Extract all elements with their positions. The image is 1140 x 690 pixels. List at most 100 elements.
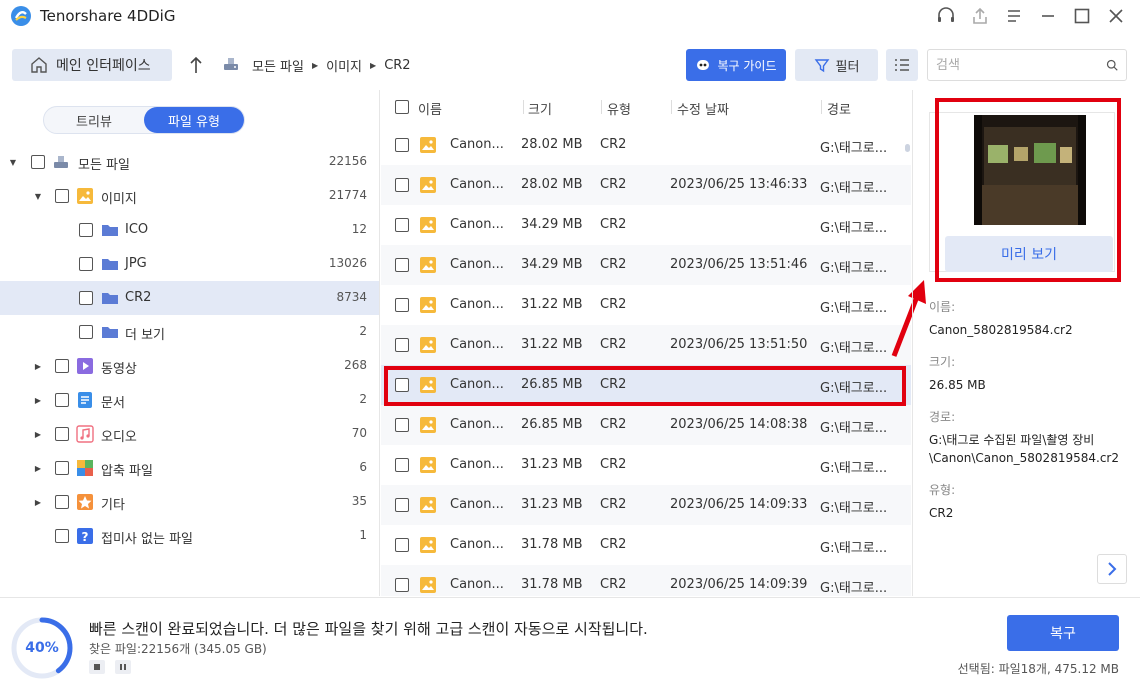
recovery-guide-button[interactable]: 복구 가이드 — [686, 49, 786, 81]
table-row[interactable]: Canon... 31.23 MB CR2 G:\태그로... — [381, 445, 911, 485]
image-folder-icon — [76, 187, 94, 205]
row-checkbox[interactable] — [395, 138, 409, 152]
file-name: Canon... — [450, 177, 504, 192]
column-header-size[interactable]: 크기 — [528, 99, 552, 118]
tree-item[interactable]: ▶ 문서 2 — [0, 383, 379, 417]
tree-item-checkbox[interactable] — [55, 427, 69, 441]
row-checkbox[interactable] — [395, 458, 409, 472]
tree-item[interactable]: ▶ 동영상 268 — [0, 349, 379, 383]
column-divider[interactable] — [601, 100, 602, 114]
recover-button[interactable]: 복구 — [1007, 615, 1119, 651]
tab-tree-view[interactable]: 트리뷰 — [44, 107, 144, 133]
table-row[interactable]: Canon... 26.85 MB CR2 2023/06/25 14:08:38 G:… — [381, 405, 911, 445]
share-upload-icon[interactable] — [966, 4, 994, 28]
table-row[interactable]: Canon... 31.23 MB CR2 2023/06/25 14:09:33 G:… — [381, 485, 911, 525]
tree-item[interactable]: ▼ 이미지 21774 — [0, 179, 379, 213]
app-title: Tenorshare 4DDiG — [40, 7, 176, 25]
close-icon[interactable] — [1102, 4, 1130, 28]
select-all-checkbox[interactable] — [395, 100, 409, 114]
table-row[interactable]: Canon... 31.22 MB CR2 G:\태그로... — [381, 285, 911, 325]
column-header-type[interactable]: 유형 — [607, 99, 631, 118]
tree-item[interactable]: 더 보기 2 — [0, 315, 379, 349]
tree-item[interactable]: ▼ 모든 파일 22156 — [0, 145, 379, 179]
tree-item[interactable]: ▶ 압축 파일 6 — [0, 451, 379, 485]
category-panel: 트리뷰 파일 유형 ▼ 모든 파일 22156 ▼ 이미지 21774 ICO 12 JPG 13… — [0, 90, 380, 596]
column-divider[interactable] — [671, 100, 672, 114]
tree-item-checkbox[interactable] — [55, 495, 69, 509]
row-checkbox[interactable] — [395, 418, 409, 432]
table-row[interactable]: Canon... 31.78 MB CR2 G:\태그로... — [381, 525, 911, 565]
list-view-button[interactable] — [886, 49, 918, 81]
tree-item[interactable]: ▶ 오디오 70 — [0, 417, 379, 451]
home-button[interactable]: 메인 인터페이스 — [12, 49, 172, 81]
search-input[interactable] — [936, 57, 1106, 73]
tree-item[interactable]: CR2 8734 — [0, 281, 379, 315]
maximize-icon[interactable] — [1068, 4, 1096, 28]
svg-text:?: ? — [82, 530, 89, 544]
tree-item-checkbox[interactable] — [31, 155, 45, 169]
info-path-value: G:\태그로 수집된 파일\촬영 장비\Canon\Canon_58028195… — [929, 433, 1119, 465]
breadcrumb-item[interactable]: 모든 파일 — [252, 56, 304, 75]
column-divider[interactable] — [523, 100, 524, 114]
tree-item-checkbox[interactable] — [79, 257, 93, 271]
table-row[interactable]: Canon... 34.29 MB CR2 2023/06/25 13:51:46 G:… — [381, 245, 911, 285]
pause-button[interactable] — [115, 660, 131, 674]
breadcrumb-item[interactable]: 이미지 — [326, 56, 362, 75]
tree-item-checkbox[interactable] — [79, 223, 93, 237]
tree-item-checkbox[interactable] — [79, 325, 93, 339]
tree-item-checkbox[interactable] — [55, 359, 69, 373]
tree-item-checkbox[interactable] — [55, 189, 69, 203]
column-divider[interactable] — [821, 100, 822, 114]
breadcrumb-item[interactable]: CR2 — [384, 58, 410, 73]
tree-item-checkbox[interactable] — [55, 393, 69, 407]
row-checkbox[interactable] — [395, 498, 409, 512]
table-row[interactable]: Canon... 31.78 MB CR2 2023/06/25 14:09:39 G:… — [381, 565, 911, 596]
table-row[interactable]: Canon... 34.29 MB CR2 G:\태그로... — [381, 205, 911, 245]
scan-status-message: 빠른 스캔이 완료되었습니다. 더 많은 파일을 찾기 위해 고급 스캔이 자동… — [89, 620, 648, 638]
row-checkbox[interactable] — [395, 218, 409, 232]
row-checkbox[interactable] — [395, 538, 409, 552]
tree-item[interactable]: ▶ 기타 35 — [0, 485, 379, 519]
support-headset-icon[interactable] — [932, 4, 960, 28]
expand-right-icon[interactable]: ▶ — [33, 463, 43, 473]
tree-item-checkbox[interactable] — [55, 461, 69, 475]
table-row[interactable]: Canon... 28.02 MB CR2 2023/06/25 13:46:33 G:… — [381, 165, 911, 205]
tree-item-label: 압축 파일 — [101, 464, 153, 479]
file-type: CR2 — [600, 177, 627, 192]
table-row[interactable]: Canon... 28.02 MB CR2 G:\태그로... — [381, 125, 911, 165]
minimize-icon[interactable] — [1034, 4, 1062, 28]
table-row[interactable]: Canon... 31.22 MB CR2 2023/06/25 13:51:50 G:… — [381, 325, 911, 365]
row-checkbox[interactable] — [395, 578, 409, 592]
stop-button[interactable] — [89, 660, 105, 674]
column-header-date[interactable]: 수정 날짜 — [677, 99, 729, 118]
expand-right-icon[interactable]: ▶ — [33, 361, 43, 371]
column-header-name[interactable]: 이름 — [418, 99, 442, 118]
row-checkbox[interactable] — [395, 258, 409, 272]
column-header-path[interactable]: 경로 — [827, 99, 851, 118]
file-size: 31.23 MB — [521, 457, 583, 472]
row-checkbox[interactable] — [395, 298, 409, 312]
menu-icon[interactable] — [1000, 4, 1028, 28]
expand-right-icon[interactable]: ▶ — [33, 497, 43, 507]
tree-item[interactable]: ? 접미사 없는 파일 1 — [0, 519, 379, 553]
expand-down-icon[interactable]: ▼ — [8, 157, 18, 167]
tree-item[interactable]: JPG 13026 — [0, 247, 379, 281]
expand-down-icon[interactable]: ▼ — [33, 191, 43, 201]
expand-right-icon[interactable]: ▶ — [33, 395, 43, 405]
search-icon[interactable] — [1106, 57, 1118, 73]
info-path-label: 경로: — [929, 410, 956, 424]
tree-item-checkbox[interactable] — [55, 529, 69, 543]
filter-button[interactable]: 필터 — [795, 49, 878, 81]
up-arrow-button[interactable] — [186, 54, 206, 76]
row-checkbox[interactable] — [395, 338, 409, 352]
tree-item[interactable]: ICO 12 — [0, 213, 379, 247]
category-tree: ▼ 모든 파일 22156 ▼ 이미지 21774 ICO 12 JPG 13026 CR2 8734… — [0, 145, 379, 553]
other-icon — [76, 493, 94, 511]
tab-file-type[interactable]: 파일 유형 — [144, 107, 244, 133]
file-type: CR2 — [600, 257, 627, 272]
expand-right-icon[interactable]: ▶ — [33, 429, 43, 439]
row-checkbox[interactable] — [395, 178, 409, 192]
file-list-scrollbar[interactable] — [905, 144, 910, 152]
next-button[interactable] — [1097, 554, 1127, 584]
tree-item-checkbox[interactable] — [79, 291, 93, 305]
